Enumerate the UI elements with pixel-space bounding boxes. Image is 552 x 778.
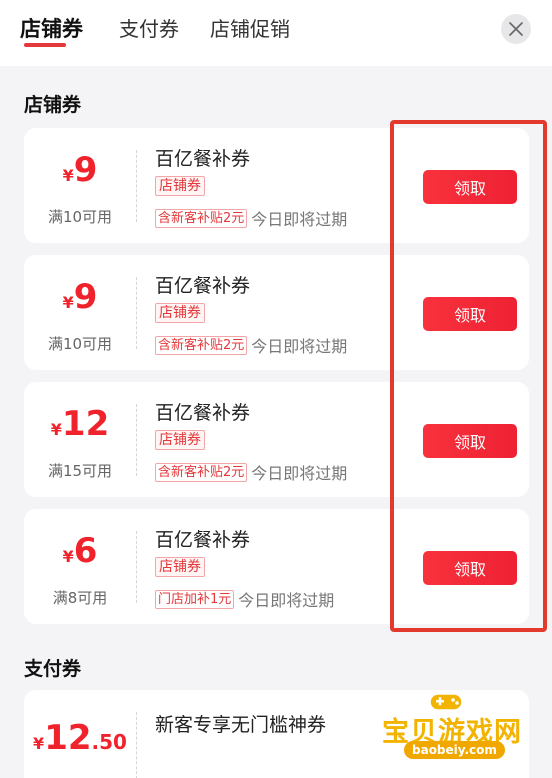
coupon-card: ¥9 满10可用 百亿餐补券 店铺券 含新客补贴2元 今日即将过期 领取 bbox=[24, 255, 529, 370]
coupon-details: 含新客补贴2元 今日即将过期 bbox=[155, 460, 347, 484]
claim-button[interactable]: 领取 bbox=[423, 170, 517, 204]
coupon-details: 含新客补贴2元 今日即将过期 bbox=[155, 333, 347, 357]
coupon-name: 百亿餐补券 bbox=[155, 402, 251, 424]
coupon-condition: 满10可用 bbox=[47, 335, 113, 353]
claim-button[interactable]: 领取 bbox=[423, 551, 517, 585]
dashed-divider bbox=[136, 531, 137, 603]
expiry-text: 今日即将过期 bbox=[238, 591, 335, 610]
close-button[interactable] bbox=[501, 14, 531, 44]
coupon-amount: ¥6 bbox=[62, 531, 98, 571]
coupon-details: 门店加补1元 今日即将过期 bbox=[155, 587, 334, 611]
coupon-name: 百亿餐补券 bbox=[155, 148, 251, 170]
coupon-name: 百亿餐补券 bbox=[155, 275, 251, 297]
coupon-type-tag: 店铺券 bbox=[155, 176, 205, 196]
coupon-type-tag: 店铺券 bbox=[155, 303, 205, 323]
close-icon bbox=[509, 22, 523, 36]
coupon-name: 新客专享无门槛神券 bbox=[155, 714, 327, 736]
gamepad-icon bbox=[429, 693, 463, 711]
tab-store-promotions[interactable]: 店铺促销 bbox=[210, 14, 290, 44]
claim-button[interactable]: 领取 bbox=[423, 297, 517, 331]
expiry-text: 今日即将过期 bbox=[251, 337, 348, 356]
claim-button[interactable]: 领取 bbox=[423, 424, 517, 458]
coupon-card: ¥12 满15可用 百亿餐补券 店铺券 含新客补贴2元 今日即将过期 领取 bbox=[24, 382, 529, 497]
section-title-payment-coupons: 支付券 bbox=[24, 658, 82, 680]
coupon-amount: ¥9 bbox=[62, 277, 98, 317]
coupon-condition: 满10可用 bbox=[47, 208, 113, 226]
subsidy-tag: 门店加补1元 bbox=[155, 589, 235, 609]
coupon-amount: ¥12 bbox=[50, 404, 110, 444]
coupon-type-tag: 店铺券 bbox=[155, 430, 205, 450]
subsidy-tag: 含新客补贴2元 bbox=[155, 335, 248, 355]
coupon-amount: ¥9 bbox=[62, 150, 98, 190]
coupon-card: ¥9 满10可用 百亿餐补券 店铺券 含新客补贴2元 今日即将过期 领取 bbox=[24, 128, 529, 243]
coupon-name: 百亿餐补券 bbox=[155, 529, 251, 551]
dashed-divider bbox=[136, 712, 137, 778]
coupon-card: ¥6 满8可用 百亿餐补券 店铺券 门店加补1元 今日即将过期 领取 bbox=[24, 509, 529, 624]
coupon-details: 含新客补贴2元 今日即将过期 bbox=[155, 206, 347, 230]
subsidy-tag: 含新客补贴2元 bbox=[155, 462, 248, 482]
expiry-text: 今日即将过期 bbox=[251, 464, 348, 483]
watermark-domain: baobeiy.com bbox=[404, 741, 505, 759]
coupon-amount: ¥12.50 bbox=[33, 718, 127, 758]
coupon-condition: 满15可用 bbox=[47, 462, 113, 480]
dashed-divider bbox=[136, 277, 137, 349]
subsidy-tag: 含新客补贴2元 bbox=[155, 208, 248, 228]
expiry-text: 今日即将过期 bbox=[251, 210, 348, 229]
tab-payment-coupons[interactable]: 支付券 bbox=[119, 14, 179, 44]
site-watermark-logo: 宝贝游戏网 baobeiy.com bbox=[378, 690, 548, 776]
coupon-type-tag: 店铺券 bbox=[155, 557, 205, 577]
tab-store-coupons[interactable]: 店铺券 bbox=[20, 14, 83, 44]
active-tab-indicator bbox=[24, 43, 66, 47]
coupon-header: 店铺券 支付券 店铺促销 bbox=[0, 0, 552, 66]
dashed-divider bbox=[136, 404, 137, 476]
dashed-divider bbox=[136, 150, 137, 222]
coupon-condition: 满8可用 bbox=[52, 589, 108, 607]
section-title-store-coupons: 店铺券 bbox=[24, 94, 82, 116]
